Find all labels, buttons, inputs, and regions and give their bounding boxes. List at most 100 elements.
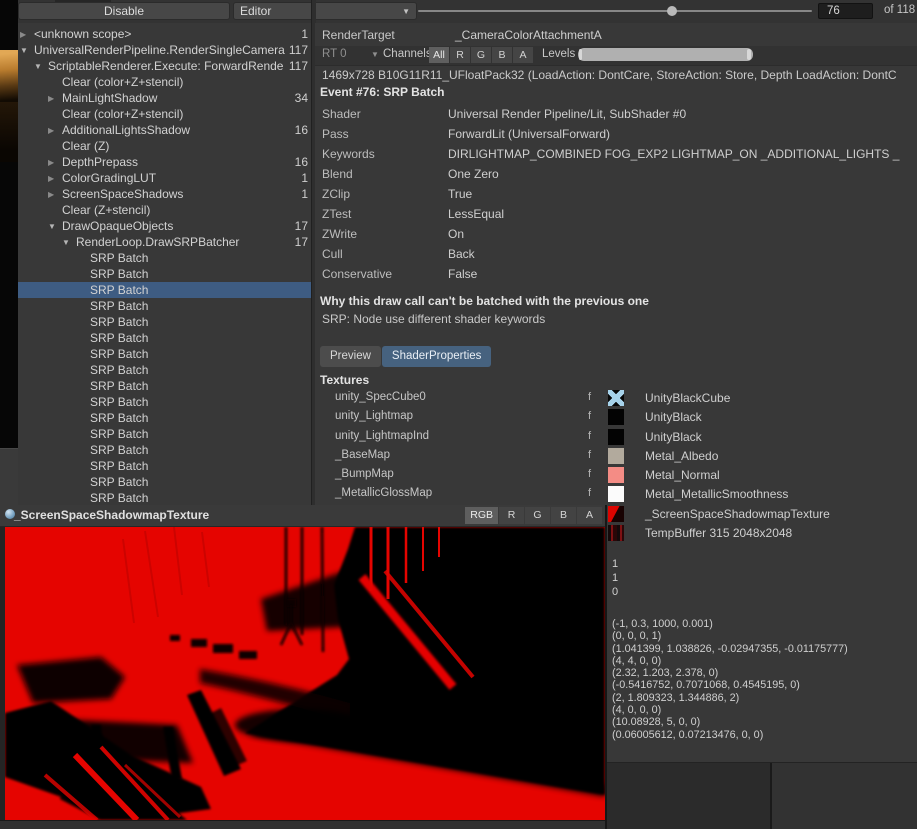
texture-asset-name: UnityBlack xyxy=(645,410,702,424)
tree-row[interactable]: Clear (Z+stencil) xyxy=(18,202,311,218)
disable-button[interactable]: Disable xyxy=(18,2,230,20)
tree-row[interactable]: SRP Batch xyxy=(18,410,311,426)
preview-channel-button[interactable]: A xyxy=(577,507,602,524)
attach-target-dropdown[interactable]: Editor ▼ xyxy=(233,2,417,20)
tree-foldout-icon[interactable] xyxy=(20,30,34,39)
tree-event-count: 117 xyxy=(289,59,308,73)
texture-property-row[interactable]: unity_SpecCube0 f UnityBlackCube xyxy=(315,389,917,408)
tree-row[interactable]: SRP Batch xyxy=(18,458,311,474)
detail-label: Keywords xyxy=(315,144,448,164)
tree-foldout-icon[interactable] xyxy=(62,238,76,247)
vector-value: (0, 0, 0, 1) xyxy=(612,630,848,642)
tree-foldout-icon[interactable] xyxy=(34,62,48,71)
tree-row[interactable]: ScreenSpaceShadows 1 xyxy=(18,186,311,202)
vector-values-column: (-1, 0.3, 1000, 0.001)(0, 0, 0, 1)(1.041… xyxy=(612,618,848,741)
tree-row[interactable]: Clear (Z) xyxy=(18,138,311,154)
levels-range-slider[interactable] xyxy=(578,48,753,61)
texture-thumbnail[interactable] xyxy=(608,467,624,483)
tree-row[interactable]: Clear (color+Z+stencil) xyxy=(18,74,311,90)
tree-row[interactable]: DepthPrepass 16 xyxy=(18,154,311,170)
texture-thumbnail[interactable] xyxy=(608,390,624,406)
detail-row: ZClip True xyxy=(315,184,917,204)
texture-property-row[interactable]: unity_LightmapInd f UnityBlack xyxy=(315,428,917,447)
detail-tabs: Preview ShaderProperties xyxy=(320,346,491,367)
attach-target-label: Editor xyxy=(240,4,271,18)
tree-row[interactable]: SRP Batch xyxy=(18,314,311,330)
tree-foldout-icon[interactable] xyxy=(48,126,62,135)
texture-thumbnail[interactable] xyxy=(608,506,624,522)
tree-row[interactable]: RenderLoop.DrawSRPBatcher 17 xyxy=(18,234,311,250)
tree-row[interactable]: DrawOpaqueObjects 17 xyxy=(18,218,311,234)
preview-channel-button[interactable]: B xyxy=(551,507,576,524)
texture-thumbnail[interactable] xyxy=(608,525,624,541)
preview-channel-button[interactable]: G xyxy=(525,507,550,524)
preview-channel-button[interactable]: RGB xyxy=(465,507,498,524)
tree-row[interactable]: SRP Batch xyxy=(18,346,311,362)
rt-index-dropdown[interactable]: RT 0 xyxy=(322,48,347,60)
channel-button[interactable]: A xyxy=(513,47,533,63)
tree-row[interactable]: SRP Batch xyxy=(18,266,311,282)
detail-tab[interactable]: ShaderProperties xyxy=(382,346,492,367)
tree-row[interactable]: ColorGradingLUT 1 xyxy=(18,170,311,186)
tree-foldout-icon[interactable] xyxy=(48,222,62,231)
tree-row[interactable]: SRP Batch xyxy=(18,474,311,490)
tree-foldout-icon[interactable] xyxy=(48,94,62,103)
frame-number-input[interactable]: 76 xyxy=(818,3,873,19)
tree-row[interactable]: <unknown scope> 1 xyxy=(18,26,311,42)
tree-foldout-icon[interactable] xyxy=(48,174,62,183)
detail-row: Cull Back xyxy=(315,244,917,264)
tree-event-label: <unknown scope> xyxy=(34,27,297,41)
texture-asset-name: UnityBlack xyxy=(645,430,702,444)
channel-button[interactable]: B xyxy=(492,47,512,63)
tree-row[interactable]: ScriptableRenderer.Execute: ForwardRende… xyxy=(18,58,311,74)
detail-label: ZTest xyxy=(315,204,448,224)
detail-label: ZWrite xyxy=(315,224,448,244)
preview-window-footer xyxy=(0,820,605,829)
preview-channel-buttons: RGB R G B A xyxy=(465,507,602,524)
tree-foldout-icon[interactable] xyxy=(48,158,62,167)
tree-event-label: RenderLoop.DrawSRPBatcher xyxy=(76,235,291,249)
texture-property-row[interactable]: _MetallicGlossMap f Metal_MetallicSmooth… xyxy=(315,485,917,504)
tree-row[interactable]: SRP Batch xyxy=(18,250,311,266)
tree-row[interactable]: SRP Batch xyxy=(18,378,311,394)
channel-button[interactable]: R xyxy=(450,47,470,63)
preview-titlebar[interactable]: _ScreenSpaceShadowmapTexture RGB R G B A xyxy=(0,505,605,527)
tree-row[interactable]: Clear (color+Z+stencil) xyxy=(18,106,311,122)
texture-thumbnail[interactable] xyxy=(608,429,624,445)
tree-foldout-icon[interactable] xyxy=(20,46,34,55)
channel-button[interactable]: All xyxy=(429,47,449,63)
tree-row[interactable]: SRP Batch xyxy=(18,426,311,442)
frame-slider-handle[interactable] xyxy=(667,6,677,16)
tree-row[interactable]: UniversalRenderPipeline.RenderSingleCame… xyxy=(18,42,311,58)
chevron-down-icon: ▼ xyxy=(371,50,379,59)
tree-event-count: 16 xyxy=(295,123,308,137)
texture-property-row[interactable]: _BaseMap f Metal_Albedo xyxy=(315,447,917,466)
texture-property-row[interactable]: unity_Lightmap f UnityBlack xyxy=(315,408,917,427)
tree-row[interactable]: MainLightShadow 34 xyxy=(18,90,311,106)
channel-button[interactable]: G xyxy=(471,47,491,63)
frame-slider-track[interactable] xyxy=(418,10,812,12)
tree-row[interactable]: SRP Batch xyxy=(18,394,311,410)
float-value: 1 xyxy=(612,571,618,585)
detail-tab[interactable]: Preview xyxy=(320,346,381,367)
float-values-column: 110 xyxy=(612,557,618,599)
shadowmap-preview-window: _ScreenSpaceShadowmapTexture RGB R G B A xyxy=(0,505,607,829)
tree-row[interactable]: SRP Batch xyxy=(18,298,311,314)
render-target-info: 1469x728 B10G11R11_UFloatPack32 (LoadAct… xyxy=(322,68,916,82)
texture-thumbnail[interactable] xyxy=(608,486,624,502)
tree-row[interactable]: SRP Batch xyxy=(18,282,311,298)
tree-foldout-icon[interactable] xyxy=(48,190,62,199)
tree-row[interactable]: SRP Batch xyxy=(18,490,311,505)
tree-row[interactable]: SRP Batch xyxy=(18,330,311,346)
tree-row[interactable]: AdditionalLightsShadow 16 xyxy=(18,122,311,138)
texture-thumbnail[interactable] xyxy=(608,448,624,464)
shadowmap-render-image[interactable] xyxy=(5,527,605,820)
texture-property-row[interactable]: _BumpMap f Metal_Normal xyxy=(315,466,917,485)
tree-row[interactable]: SRP Batch xyxy=(18,362,311,378)
tree-event-label: SRP Batch xyxy=(90,459,304,473)
texture-thumbnail[interactable] xyxy=(608,409,624,425)
preview-channel-button[interactable]: R xyxy=(499,507,524,524)
textures-section-header: Textures xyxy=(320,373,369,387)
tree-row[interactable]: SRP Batch xyxy=(18,442,311,458)
vector-value: (4, 0, 0, 0) xyxy=(612,704,848,716)
